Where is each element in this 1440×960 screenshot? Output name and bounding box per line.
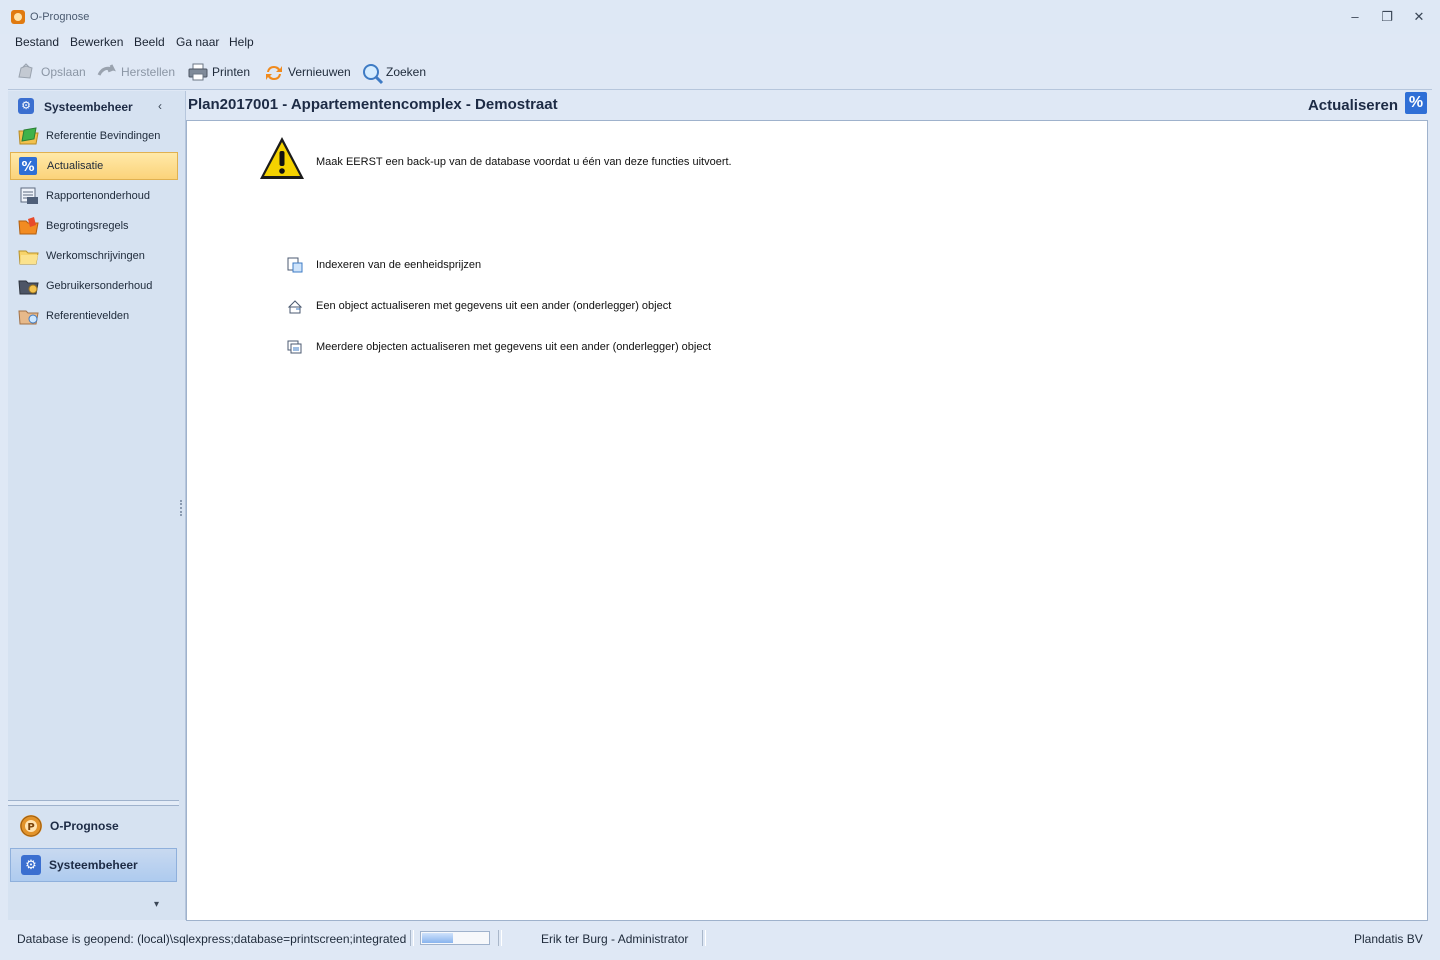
orange-folder-icon bbox=[18, 217, 39, 235]
status-user: Erik ter Burg - Administrator bbox=[541, 932, 689, 946]
menu-ga-naar[interactable]: Ga naar bbox=[176, 35, 219, 49]
percent-icon: % bbox=[1405, 92, 1427, 114]
status-company: Plandatis BV bbox=[1354, 932, 1423, 946]
magnifier-icon bbox=[362, 63, 384, 85]
menu-bar: Bestand Bewerken Beeld Ga naar Help bbox=[8, 34, 1432, 54]
sidebar-item-rapportenonderhoud[interactable]: Rapportenonderhoud bbox=[10, 182, 178, 210]
index-prices-icon bbox=[287, 257, 303, 273]
warning-triangle-icon bbox=[258, 135, 306, 183]
status-separator bbox=[410, 930, 414, 946]
progress-fill bbox=[422, 933, 453, 943]
save-button[interactable]: Opslaan bbox=[17, 62, 86, 82]
nav-overflow-chevron-icon[interactable]: ▾ bbox=[154, 899, 159, 910]
minimize-button[interactable]: – bbox=[1344, 8, 1366, 26]
progress-bar bbox=[420, 931, 490, 945]
nav-header: ⚙ Systeembeheer ‹ bbox=[8, 91, 185, 121]
close-button[interactable]: ✕ bbox=[1408, 8, 1430, 26]
warning-message: Maak EERST een back-up van de database v… bbox=[316, 156, 732, 168]
printer-icon bbox=[188, 63, 208, 81]
search-folder-icon bbox=[18, 307, 39, 325]
print-button[interactable]: Printen bbox=[188, 62, 250, 82]
update-multiple-objects-icon bbox=[287, 339, 303, 355]
action-meerdere-objecten-actualiseren[interactable]: Meerdere objecten actualiseren met gegev… bbox=[287, 337, 711, 357]
main-panel: Maak EERST een back-up van de database v… bbox=[186, 120, 1428, 921]
menu-beeld[interactable]: Beeld bbox=[134, 35, 165, 49]
status-database: Database is geopend: (local)\sqlexpress;… bbox=[17, 932, 407, 946]
percent-icon: % bbox=[19, 157, 39, 175]
app-logo-icon bbox=[11, 10, 25, 24]
refresh-icon bbox=[264, 63, 282, 81]
restore-button[interactable]: ❐ bbox=[1376, 8, 1398, 26]
navigation-pane: ⚙ Systeembeheer ‹ Referentie Bevindingen… bbox=[8, 91, 186, 920]
restore-button-toolbar[interactable]: Herstellen bbox=[97, 62, 175, 82]
undo-arrow-icon bbox=[97, 63, 116, 81]
o-prognose-logo-icon: P bbox=[20, 815, 42, 837]
collapse-chevron-icon[interactable]: ‹ bbox=[158, 99, 162, 113]
update-object-icon bbox=[287, 298, 303, 314]
menu-bestand[interactable]: Bestand bbox=[15, 35, 59, 49]
gear-icon: ⚙ bbox=[18, 98, 34, 114]
gear-icon: ⚙ bbox=[21, 855, 41, 875]
section-title: Actualiseren bbox=[1307, 97, 1398, 114]
user-folder-icon bbox=[18, 277, 39, 295]
sidebar-item-begrotingsregels[interactable]: Begrotingsregels bbox=[10, 212, 178, 240]
splitter-grip[interactable] bbox=[180, 500, 185, 516]
search-button[interactable]: Zoeken bbox=[362, 62, 426, 85]
window-title: O-Prognose bbox=[30, 11, 90, 23]
action-indexeren[interactable]: Indexeren van de eenheidsprijzen bbox=[287, 255, 481, 275]
yellow-folder-icon bbox=[18, 247, 39, 265]
nav-header-title: Systeembeheer bbox=[44, 100, 133, 114]
action-object-actualiseren[interactable]: Een object actualiseren met gegevens uit… bbox=[287, 296, 671, 316]
sidebar-item-referentie-bevindingen[interactable]: Referentie Bevindingen bbox=[10, 122, 178, 150]
sidebar-item-actualisatie[interactable]: % Actualisatie bbox=[10, 152, 178, 180]
report-folder-icon bbox=[18, 187, 38, 205]
svg-text:%: % bbox=[21, 160, 34, 175]
svg-text:P: P bbox=[27, 822, 34, 833]
refresh-button[interactable]: Vernieuwen bbox=[264, 62, 351, 82]
status-bar: Database is geopend: (local)\sqlexpress;… bbox=[8, 928, 1432, 950]
title-bar: O-Prognose – ❐ ✕ bbox=[0, 0, 1440, 34]
nav-splitter[interactable] bbox=[8, 800, 179, 806]
toolbar: Opslaan Herstellen Printen Vernieuwen Zo… bbox=[8, 55, 1432, 90]
green-flag-folder-icon bbox=[18, 127, 39, 145]
status-separator bbox=[498, 930, 502, 946]
save-icon bbox=[17, 63, 35, 81]
sidebar-item-referentievelden[interactable]: Referentievelden bbox=[10, 302, 178, 330]
page-title: Plan2017001 - Appartementencomplex - Dem… bbox=[188, 96, 558, 113]
content-header: Plan2017001 - Appartementencomplex - Dem… bbox=[186, 91, 1432, 119]
menu-help[interactable]: Help bbox=[229, 35, 254, 49]
sidebar-item-gebruikersonderhoud[interactable]: Gebruikersonderhoud bbox=[10, 272, 178, 300]
sidebar-item-werkomschrijvingen[interactable]: Werkomschrijvingen bbox=[10, 242, 178, 270]
status-separator bbox=[702, 930, 706, 946]
group-o-prognose[interactable]: P O-Prognose bbox=[10, 809, 177, 843]
menu-bewerken[interactable]: Bewerken bbox=[70, 35, 123, 49]
group-systeembeheer[interactable]: ⚙ Systeembeheer bbox=[10, 848, 177, 882]
